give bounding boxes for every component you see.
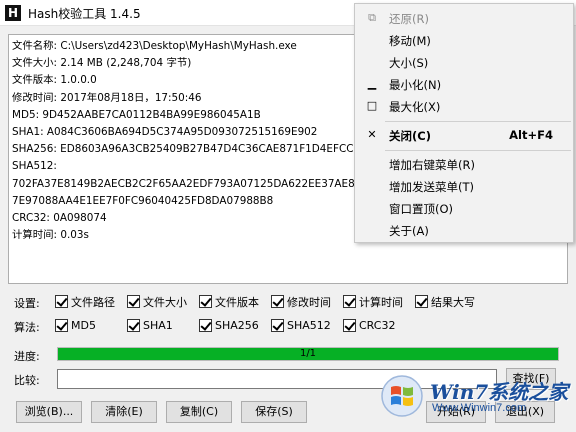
option-file-size[interactable]: 文件大小 <box>127 294 187 309</box>
progress-label: 进度: <box>14 350 40 363</box>
algo-sha1-label: SHA1 <box>143 319 173 332</box>
maximize-icon: □ <box>366 99 378 112</box>
algo-sha256-checkbox[interactable] <box>199 319 212 332</box>
algo-sha512-checkbox[interactable] <box>271 319 284 332</box>
menu-item-add-sendto-menu[interactable]: 增加发送菜单(T) <box>355 175 573 197</box>
algo-md5-label: MD5 <box>71 319 96 332</box>
system-menu: ⧉ 还原(R) 移动(M) 大小(S) ▁ 最小化(N) □ 最大化(X) ✕ … <box>354 3 574 243</box>
option-file-path-checkbox[interactable] <box>55 295 68 308</box>
option-file-path-label: 文件路径 <box>71 295 115 309</box>
copy-button[interactable]: 复制(C) <box>166 401 232 423</box>
option-file-size-label: 文件大小 <box>143 295 187 309</box>
menu-item-maximize-label: 最大化(X) <box>389 100 441 114</box>
menu-item-size-label: 大小(S) <box>389 56 429 70</box>
progress-bar: 1/1 <box>57 347 559 361</box>
option-file-version-label: 文件版本 <box>215 295 259 309</box>
option-calc-time-label: 计算时间 <box>359 295 403 309</box>
progress-text: 1/1 <box>299 348 317 359</box>
algo-sha512[interactable]: SHA512 <box>271 318 331 333</box>
option-file-version[interactable]: 文件版本 <box>199 294 259 309</box>
menu-item-close-shortcut: Alt+F4 <box>509 128 553 142</box>
algo-md5-checkbox[interactable] <box>55 319 68 332</box>
menu-item-close-label: 关闭(C) <box>389 129 431 143</box>
watermark-url: Www.Winwin7.com <box>432 402 527 414</box>
algorithm-label: 算法: <box>14 321 40 334</box>
algo-md5[interactable]: MD5 <box>55 318 96 333</box>
menu-separator <box>385 150 571 151</box>
menu-item-maximize[interactable]: □ 最大化(X) <box>355 95 573 117</box>
algo-sha1[interactable]: SHA1 <box>127 318 173 333</box>
watermark-brand: Win7系统之家 <box>430 380 569 404</box>
menu-separator <box>385 121 571 122</box>
restore-icon: ⧉ <box>368 11 376 24</box>
algo-sha256[interactable]: SHA256 <box>199 318 259 333</box>
menu-item-minimize-label: 最小化(N) <box>389 78 442 92</box>
windows-logo-icon <box>381 375 423 417</box>
menu-item-always-on-top[interactable]: 窗口置顶(O) <box>355 197 573 219</box>
menu-item-add-context-menu[interactable]: 增加右键菜单(R) <box>355 153 573 175</box>
algo-crc32-label: CRC32 <box>359 319 396 332</box>
minimize-icon: ▁ <box>367 77 377 90</box>
menu-item-close[interactable]: ✕ 关闭(C) Alt+F4 <box>355 124 573 146</box>
menu-item-always-on-top-label: 窗口置顶(O) <box>389 202 454 216</box>
algo-crc32[interactable]: CRC32 <box>343 318 395 333</box>
option-modified-time[interactable]: 修改时间 <box>271 294 331 309</box>
option-modified-time-checkbox[interactable] <box>271 295 284 308</box>
close-icon: ✕ <box>367 128 377 141</box>
window-title: Hash校验工具 1.4.5 <box>28 7 141 21</box>
menu-item-about[interactable]: 关于(A) <box>355 219 573 241</box>
menu-item-move[interactable]: 移动(M) <box>355 29 573 51</box>
option-file-path[interactable]: 文件路径 <box>55 294 115 309</box>
option-uppercase-result-checkbox[interactable] <box>415 295 428 308</box>
watermark: Win7系统之家 Www.Winwin7.com <box>370 372 570 428</box>
menu-item-restore-label: 还原(R) <box>389 12 429 26</box>
algo-crc32-checkbox[interactable] <box>343 319 356 332</box>
browse-button[interactable]: 浏览(B)... <box>16 401 82 423</box>
option-calc-time[interactable]: 计算时间 <box>343 294 403 309</box>
option-modified-time-label: 修改时间 <box>287 295 331 309</box>
app-icon[interactable]: H <box>5 5 21 21</box>
option-calc-time-checkbox[interactable] <box>343 295 356 308</box>
menu-item-size[interactable]: 大小(S) <box>355 51 573 73</box>
option-file-version-checkbox[interactable] <box>199 295 212 308</box>
menu-item-restore[interactable]: ⧉ 还原(R) <box>355 7 573 29</box>
algo-sha256-label: SHA256 <box>215 319 259 332</box>
menu-item-about-label: 关于(A) <box>389 224 429 238</box>
option-file-size-checkbox[interactable] <box>127 295 140 308</box>
save-button[interactable]: 保存(S) <box>241 401 307 423</box>
option-uppercase-result[interactable]: 结果大写 <box>415 294 475 309</box>
clear-button[interactable]: 清除(E) <box>91 401 157 423</box>
settings-label: 设置: <box>14 297 40 310</box>
algo-sha1-checkbox[interactable] <box>127 319 140 332</box>
algo-sha512-label: SHA512 <box>287 319 331 332</box>
menu-item-add-sendto-menu-label: 增加发送菜单(T) <box>389 180 474 194</box>
menu-item-add-context-menu-label: 增加右键菜单(R) <box>389 158 475 172</box>
compare-label: 比较: <box>14 374 40 387</box>
option-uppercase-result-label: 结果大写 <box>431 295 475 309</box>
menu-item-move-label: 移动(M) <box>389 34 431 48</box>
menu-item-minimize[interactable]: ▁ 最小化(N) <box>355 73 573 95</box>
